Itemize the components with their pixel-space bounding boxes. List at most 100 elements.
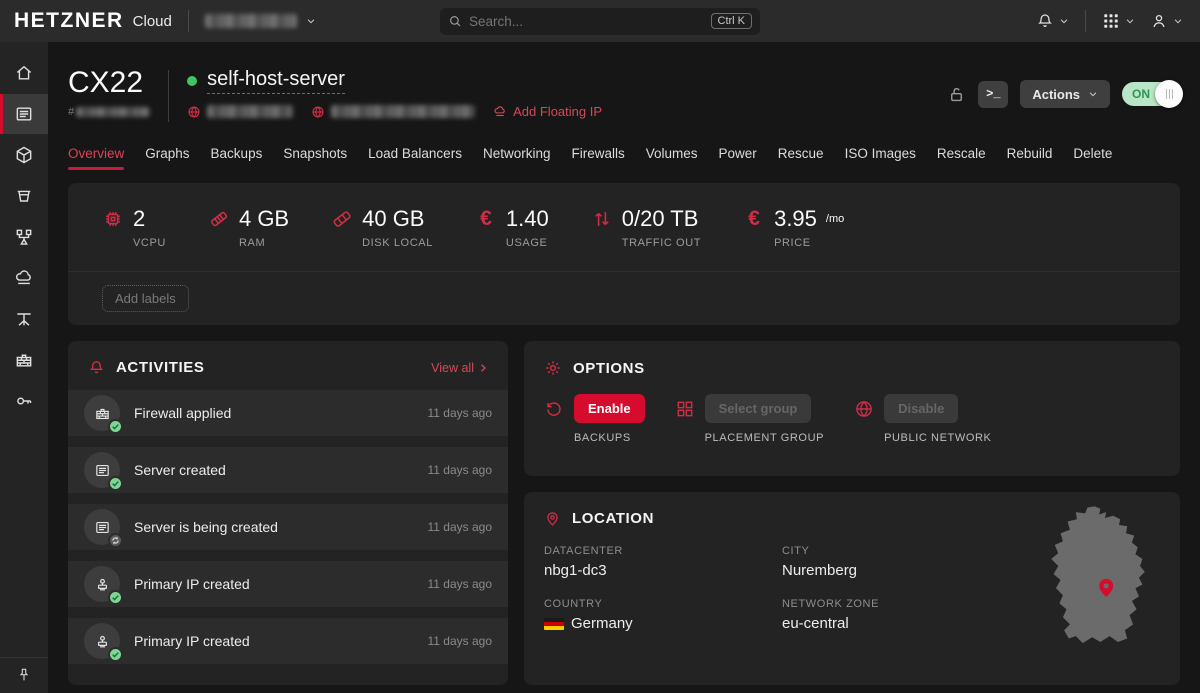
server-name-editable[interactable]: self-host-server bbox=[207, 68, 345, 94]
stat-label: RAM bbox=[239, 237, 289, 249]
pushpin-icon bbox=[16, 667, 32, 683]
chevron-down-icon bbox=[1088, 89, 1098, 99]
add-floating-ip-button[interactable]: Add Floating IP bbox=[493, 104, 602, 119]
redacted-server-id bbox=[76, 107, 150, 117]
primary-ip-icon bbox=[94, 576, 111, 593]
sidebar-item-storage-bucket[interactable] bbox=[0, 176, 48, 216]
tab-rescale[interactable]: Rescale bbox=[937, 146, 986, 170]
view-all-link[interactable]: View all bbox=[431, 361, 488, 375]
success-check-badge bbox=[108, 476, 123, 491]
primary-ip-icon bbox=[94, 633, 111, 650]
activities-panel: ACTIVITIES View all Firewall applied11 d… bbox=[68, 341, 508, 685]
server-header: CX22 # self-host-server bbox=[68, 68, 1180, 122]
activity-text: Server created bbox=[134, 462, 226, 478]
server-id-prefix: # bbox=[68, 106, 74, 118]
search-bar[interactable]: Ctrl K bbox=[440, 8, 760, 35]
stat-usage: €1.40USAGE bbox=[475, 206, 549, 249]
enable-button[interactable]: Enable bbox=[574, 394, 645, 423]
console-button[interactable]: >_ bbox=[978, 81, 1008, 108]
sidebar-item-load-balancer[interactable] bbox=[0, 217, 48, 257]
activity-avatar bbox=[84, 623, 120, 659]
select-group-button[interactable]: Select group bbox=[705, 394, 812, 423]
header-controls: >_ Actions ON bbox=[947, 80, 1180, 108]
tab-rescue[interactable]: Rescue bbox=[778, 146, 824, 170]
header-divider bbox=[168, 70, 169, 122]
power-toggle[interactable]: ON bbox=[1122, 82, 1180, 106]
actions-label: Actions bbox=[1032, 87, 1080, 102]
stat-disk-local: 40 GBDISK LOCAL bbox=[331, 206, 433, 249]
activity-row: Firewall applied11 days ago bbox=[68, 390, 508, 436]
ip-row: Add Floating IP bbox=[187, 104, 602, 119]
options-panel: OPTIONS EnableBACKUPS Select group PLACEME… bbox=[524, 341, 1180, 476]
location-field-city: CITY Nuremberg bbox=[782, 545, 1014, 579]
option-backups: EnableBACKUPS bbox=[544, 394, 645, 444]
field-value: Nuremberg bbox=[782, 562, 1014, 579]
activity-text: Primary IP created bbox=[134, 576, 250, 592]
options-title: OPTIONS bbox=[573, 360, 645, 377]
tab-load-balancers[interactable]: Load Balancers bbox=[368, 146, 462, 170]
user-icon bbox=[1150, 12, 1168, 30]
sidebar-item-network[interactable] bbox=[0, 299, 48, 339]
power-state-label: ON bbox=[1132, 87, 1150, 101]
key-icon bbox=[14, 391, 34, 411]
tab-firewalls[interactable]: Firewalls bbox=[571, 146, 624, 170]
tab-overview[interactable]: Overview bbox=[68, 146, 124, 170]
account-menu[interactable] bbox=[1147, 9, 1186, 33]
stat-traffic-out: 0/20 TBTRAFFIC OUT bbox=[591, 206, 701, 249]
ipv4-address bbox=[187, 105, 293, 119]
activity-text: Firewall applied bbox=[134, 405, 231, 421]
sidebar-item-home[interactable] bbox=[0, 53, 48, 93]
sidebar-item-images-cube[interactable] bbox=[0, 135, 48, 175]
tab-snapshots[interactable]: Snapshots bbox=[283, 146, 347, 170]
tab-rebuild[interactable]: Rebuild bbox=[1007, 146, 1053, 170]
stat-value: 2 bbox=[133, 206, 145, 232]
floating-ip-icon bbox=[14, 268, 34, 288]
field-value: eu-central bbox=[782, 615, 1014, 632]
project-selector[interactable] bbox=[205, 14, 316, 28]
servers-icon bbox=[94, 519, 111, 536]
field-label: CITY bbox=[782, 545, 1014, 557]
topbar-actions bbox=[1033, 9, 1186, 33]
tab-networking[interactable]: Networking bbox=[483, 146, 551, 170]
tab-delete[interactable]: Delete bbox=[1073, 146, 1112, 170]
topbar-divider bbox=[1085, 10, 1086, 32]
lock-open-icon[interactable] bbox=[947, 85, 966, 104]
sidebar-item-key[interactable] bbox=[0, 381, 48, 421]
notifications-menu[interactable] bbox=[1033, 9, 1072, 33]
activity-text: Primary IP created bbox=[134, 633, 250, 649]
firewall-icon bbox=[94, 405, 111, 422]
sidebar-item-servers[interactable] bbox=[0, 94, 48, 134]
gear-icon bbox=[544, 359, 562, 377]
search-input[interactable] bbox=[469, 14, 704, 29]
tab-backups[interactable]: Backups bbox=[211, 146, 263, 170]
location-title: LOCATION bbox=[572, 510, 654, 527]
apps-menu[interactable] bbox=[1099, 9, 1138, 33]
field-value-text: Nuremberg bbox=[782, 562, 857, 579]
tab-volumes[interactable]: Volumes bbox=[646, 146, 698, 170]
tab-iso-images[interactable]: ISO Images bbox=[845, 146, 916, 170]
chevron-down-icon bbox=[1059, 16, 1069, 26]
tab-power[interactable]: Power bbox=[719, 146, 757, 170]
field-value: Germany bbox=[544, 615, 782, 632]
option-public-network: DisablePUBLIC NETWORK bbox=[854, 394, 991, 444]
sidebar-item-floating-ip[interactable] bbox=[0, 258, 48, 298]
sidebar-item-firewall[interactable] bbox=[0, 340, 48, 380]
main-content: CX22 # self-host-server bbox=[48, 42, 1200, 693]
activity-avatar bbox=[84, 452, 120, 488]
actions-button[interactable]: Actions bbox=[1020, 80, 1110, 108]
add-labels-button[interactable]: Add labels bbox=[102, 285, 189, 312]
disable-button[interactable]: Disable bbox=[884, 394, 958, 423]
history-icon bbox=[544, 399, 564, 419]
pending-refresh-badge bbox=[108, 533, 123, 548]
germany-flag-icon bbox=[544, 618, 564, 630]
location-panel: LOCATION DATACENTERnbg1-dc3CITYNuremberg… bbox=[524, 492, 1180, 685]
sidebar-pin-toggle[interactable] bbox=[0, 657, 48, 693]
stat-price: €3.95/moPRICE bbox=[743, 206, 844, 249]
search-shortcut-badge: Ctrl K bbox=[711, 13, 753, 29]
tab-graphs[interactable]: Graphs bbox=[145, 146, 189, 170]
apps-grid-icon bbox=[1102, 12, 1120, 30]
map-pin-icon bbox=[544, 510, 561, 527]
stat-value: 40 GB bbox=[362, 206, 424, 232]
chevron-right-icon bbox=[478, 363, 488, 373]
option-label: PLACEMENT GROUP bbox=[705, 432, 824, 444]
